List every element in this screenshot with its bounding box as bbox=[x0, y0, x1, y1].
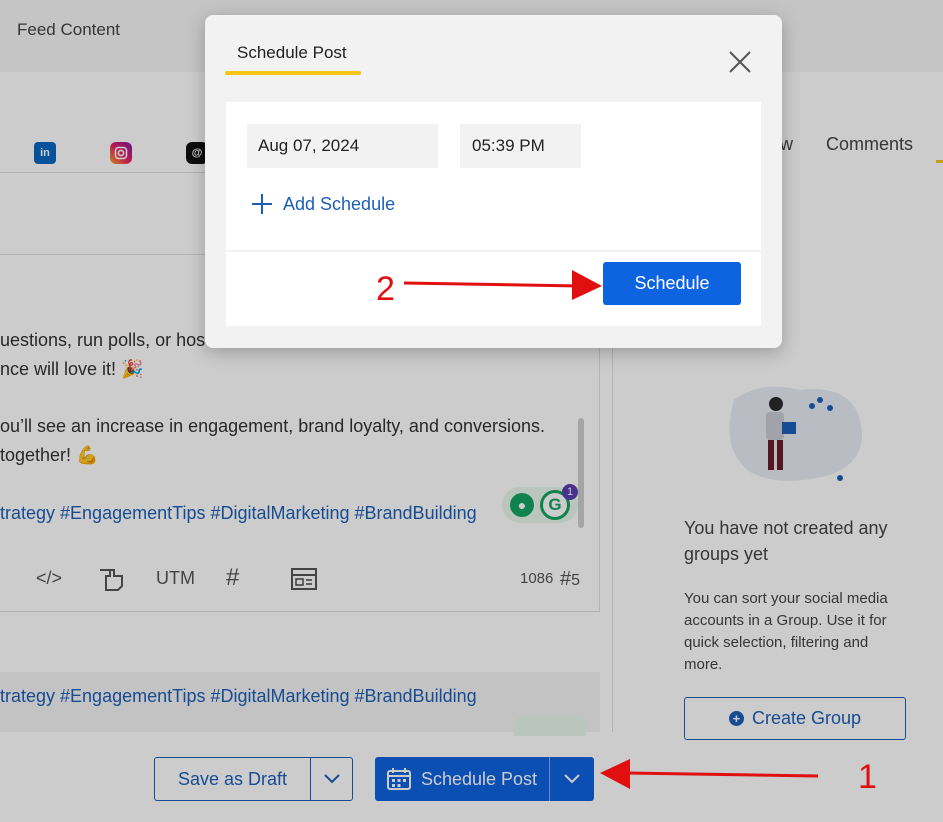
annotation-arrow-2 bbox=[403, 281, 581, 288]
annotation-step-1: 1 bbox=[858, 758, 877, 796]
annotation-arrowhead-2 bbox=[572, 270, 602, 300]
annotation-arrow-1 bbox=[624, 771, 819, 778]
annotation-arrowhead-1 bbox=[600, 759, 630, 789]
annotation-layer bbox=[403, 270, 819, 789]
annotation-step-2: 2 bbox=[376, 270, 395, 308]
